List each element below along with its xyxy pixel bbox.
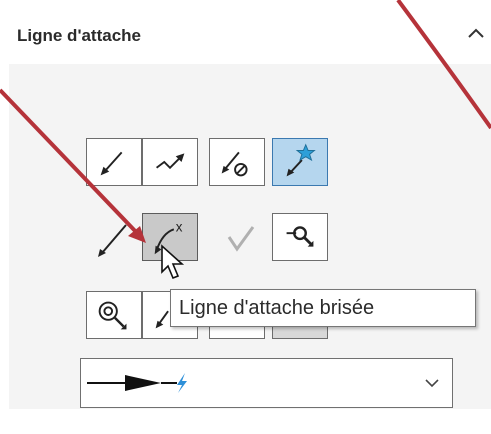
mouse-cursor-icon — [161, 244, 185, 280]
annotation-arrows — [0, 0, 491, 243]
property-panel: Ligne d'attache x Ligne d'attache brisée — [0, 0, 491, 434]
